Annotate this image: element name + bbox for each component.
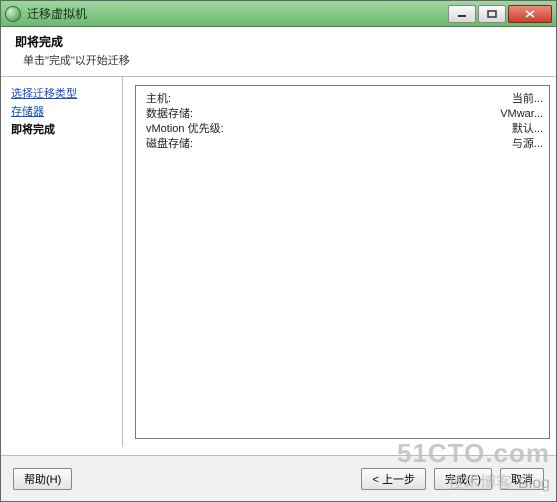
summary-key: 数据存储: [146,107,193,122]
minimize-button[interactable] [448,5,476,23]
titlebar: 迁移虚拟机 [1,1,556,27]
summary-value: 默认... [512,122,543,137]
window-title: 迁移虚拟机 [27,5,448,22]
close-button[interactable] [508,5,552,23]
finish-button[interactable]: 完成(F) [434,468,492,490]
wizard-header: 即将完成 单击"完成"以开始迁移 [1,27,556,77]
window-controls [448,5,552,23]
sidebar-step-link[interactable]: 存储器 [11,103,112,119]
wizard-main-panel: 主机: 当前... 数据存储: VMwar... vMotion 优先级: 默认… [123,77,556,447]
back-button[interactable]: < 上一步 [361,468,425,490]
summary-value: 与源... [512,137,543,152]
sidebar-step-link[interactable]: 选择迁移类型 [11,85,112,101]
summary-box: 主机: 当前... 数据存储: VMwar... vMotion 优先级: 默认… [135,85,550,439]
sidebar-step-current: 即将完成 [11,121,112,137]
wizard-step-title: 即将完成 [15,33,546,50]
summary-row: 数据存储: VMwar... [146,107,539,122]
summary-row: 主机: 当前... [146,92,539,107]
app-icon [5,6,21,22]
summary-row: 磁盘存储: 与源... [146,137,539,152]
summary-value: 当前... [512,92,543,107]
help-button[interactable]: 帮助(H) [13,468,72,490]
summary-key: 主机: [146,92,171,107]
cancel-button[interactable]: 取消 [500,468,544,490]
wizard-body: 选择迁移类型 存储器 即将完成 主机: 当前... 数据存储: VMwar...… [1,77,556,447]
wizard-footer: 帮助(H) < 上一步 完成(F) 取消 [1,455,556,501]
summary-value: VMwar... [500,107,543,122]
wizard-step-subtitle: 单击"完成"以开始迁移 [15,52,546,68]
maximize-button[interactable] [478,5,506,23]
summary-key: vMotion 优先级: [146,122,224,137]
wizard-steps-sidebar: 选择迁移类型 存储器 即将完成 [1,77,123,447]
summary-key: 磁盘存储: [146,137,193,152]
summary-row: vMotion 优先级: 默认... [146,122,539,137]
